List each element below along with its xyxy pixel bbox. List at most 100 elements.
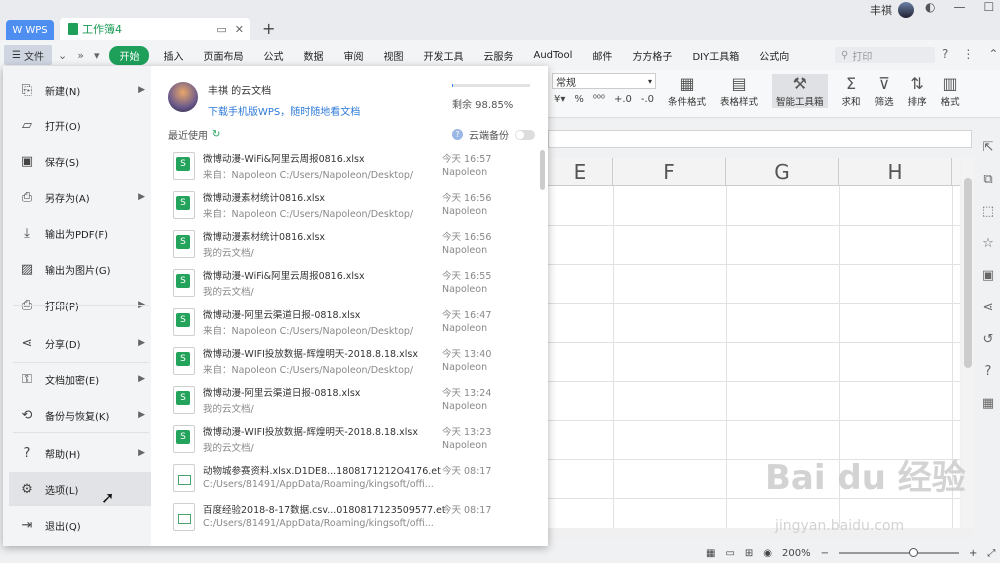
file-menu-item[interactable]: ▣ 保存(S) <box>9 144 151 178</box>
thousands-icon[interactable]: ⁰⁰⁰ <box>593 94 605 105</box>
normal-view-icon[interactable]: ▦ <box>706 548 715 559</box>
grid-icon[interactable]: ▦ <box>982 396 994 411</box>
cursor-icon[interactable]: ⇱ <box>983 140 994 155</box>
recent-file-item[interactable]: S 微博动漫-WiFi&阿里云周报0816.xlsx 来自：Napoleon C:/… <box>168 148 540 187</box>
zoom-in-icon[interactable]: + <box>969 548 977 559</box>
file-menu-item[interactable]: ⤓ 输出为PDF(F) <box>9 216 151 250</box>
tab-formula[interactable]: 公式 <box>253 48 293 63</box>
file-menu-item[interactable]: ⚙ 选项(L) <box>9 472 151 506</box>
format-button[interactable]: ▥ 格式 <box>941 74 960 108</box>
tab-diy-toolbox[interactable]: DIY工具箱 <box>682 48 749 63</box>
workbook-tab[interactable]: 工作簿4 ▭ ✕ <box>60 18 250 40</box>
question-icon[interactable]: ? <box>452 129 463 140</box>
file-menu-item[interactable]: ? 帮助(H) ▶ <box>9 436 151 470</box>
tab-data[interactable]: 数据 <box>293 48 333 63</box>
filter-button[interactable]: ⊽ 筛选 <box>875 74 894 108</box>
tab-formula-wizard[interactable]: 公式向 <box>749 48 791 63</box>
fullscreen-icon[interactable]: ⤢ <box>987 548 995 559</box>
tab-mail[interactable]: 邮件 <box>582 48 622 63</box>
tab-developer[interactable]: 开发工具 <box>413 48 473 63</box>
tab-cloud-service[interactable]: 云服务 <box>473 48 523 63</box>
recent-file-item[interactable]: S 微博动漫-WiFi&阿里云周报0816.xlsx 我的云文档/今天 16:55 N… <box>168 265 540 304</box>
increase-decimal-icon[interactable]: +.0 <box>614 94 632 105</box>
recent-file-item[interactable]: S 微博动漫-WIFI投放数据-辉煌明天-2018.8.18.xlsx 来自：Nap… <box>168 343 540 382</box>
file-menu-button[interactable]: ☰ 文件 <box>4 45 52 65</box>
recent-file-item[interactable]: S 微博动漫素材统计0816.xlsx 来自：Napoleon C:/Users/N… <box>168 187 540 226</box>
refresh-icon[interactable]: ↻ <box>212 129 220 140</box>
eye-protection-icon[interactable]: ◉ <box>763 548 772 559</box>
recent-file-item[interactable]: S 微博动漫素材统计0816.xlsx 我的云文档/今天 16:56 Napoleon <box>168 226 540 265</box>
file-menu-item[interactable]: ▨ 输出为图片(G) <box>9 252 151 286</box>
close-tab-icon[interactable]: ✕ <box>235 23 244 36</box>
help-icon[interactable]: ? <box>942 47 948 61</box>
download-mobile-link[interactable]: 下载手机版WPS，随时随地看文档 <box>208 103 360 118</box>
tab-insert[interactable]: 插入 <box>153 48 193 63</box>
recent-file-item[interactable]: S 微博动漫-阿里云渠道日报-0818.xlsx 我的云文档/今天 13:24 Nap… <box>168 382 540 421</box>
history-icon[interactable]: ↺ <box>983 332 994 347</box>
recent-file-item[interactable]: S 微博动漫-阿里云渠道日报-0818.xlsx 来自：Napoleon C:/Us… <box>168 304 540 343</box>
tab-review[interactable]: 审阅 <box>333 48 373 63</box>
tab-view[interactable]: 视图 <box>373 48 413 63</box>
new-tab-button[interactable]: + <box>262 19 275 38</box>
file-menu-item[interactable]: ⟲ 备份与恢复(K) ▶ <box>9 398 151 432</box>
zoom-level[interactable]: 200% <box>782 548 811 559</box>
recent-file-item[interactable]: S 微博动漫-WIFI投放数据-辉煌明天-2018.8.18.xlsx 我的云文档/… <box>168 421 540 460</box>
collapse-icon[interactable]: ⌃ <box>988 47 998 61</box>
horizontal-scrollbar[interactable] <box>548 528 974 540</box>
search-box[interactable]: ⚲ 打印 <box>835 47 935 63</box>
panel-scroll-thumb[interactable] <box>540 150 545 190</box>
recent-file-item[interactable]: 百度经验2018-8-17数据.csv...0180817123509577.e… <box>168 499 540 538</box>
zoom-slider[interactable] <box>839 548 960 557</box>
sum-button[interactable]: Σ 求和 <box>842 74 861 108</box>
file-menu-item[interactable]: ⋖ 分享(D) ▶ <box>9 326 151 360</box>
share-icon[interactable]: ⋖ <box>983 300 994 315</box>
tab-fangfang[interactable]: 方方格子 <box>622 48 682 63</box>
file-menu-item[interactable]: ▱ 打开(O) <box>9 108 151 142</box>
file-menu-item[interactable]: ⚿ 文档加密(E) ▶ <box>9 362 151 396</box>
file-menu-item[interactable]: ⎙ 另存为(A) ▶ <box>9 180 151 214</box>
more-icon[interactable]: » <box>77 49 84 62</box>
file-menu-item[interactable]: ⇥ 退出(Q) <box>9 508 151 542</box>
copy-icon[interactable]: ⧉ <box>983 172 992 187</box>
scroll-thumb[interactable] <box>964 178 972 368</box>
column-header[interactable]: F <box>613 158 726 185</box>
table-style-button[interactable]: ▤ 表格样式 <box>720 74 758 108</box>
skin-icon[interactable]: ◐ <box>925 0 935 14</box>
more-options-icon[interactable]: ⋮ <box>962 47 974 61</box>
archive-icon[interactable]: ▣ <box>982 268 994 283</box>
zoom-out-icon[interactable]: − <box>821 548 829 559</box>
sort-button[interactable]: ⇅ 排序 <box>908 74 927 108</box>
avatar[interactable] <box>168 82 198 112</box>
conditional-format-button[interactable]: ▦ 条件格式 <box>668 74 706 108</box>
wps-app-tab[interactable]: W WPS <box>6 20 54 40</box>
minimize-icon[interactable]: — <box>953 0 965 14</box>
transform-icon[interactable]: ⬚ <box>982 204 994 219</box>
star-icon[interactable]: ☆ <box>982 236 994 251</box>
percent-icon[interactable]: % <box>574 94 584 105</box>
chevron-down-icon[interactable]: ⌄ <box>58 49 67 62</box>
help-icon[interactable]: ? <box>985 364 992 379</box>
recent-file-item[interactable]: 动物城参赛资料.xlsx.D1DE8...1808171212O4176.et C… <box>168 460 540 499</box>
currency-icon[interactable]: ¥▾ <box>554 94 565 105</box>
column-header[interactable]: H <box>839 158 952 185</box>
page-break-icon[interactable]: ⊞ <box>745 548 753 559</box>
decrease-decimal-icon[interactable]: -.0 <box>641 94 654 105</box>
tab-audtool[interactable]: AudTool <box>523 50 582 61</box>
number-format-select[interactable]: 常规 ▾ <box>552 73 656 89</box>
file-time: 今天 16:47 <box>442 310 492 321</box>
encrypt-icon: ⚿ <box>22 371 32 387</box>
maximize-icon[interactable]: ☐ <box>983 0 994 14</box>
monitor-icon[interactable]: ▭ <box>216 23 226 36</box>
dropdown-icon[interactable]: ▾ <box>94 49 100 62</box>
formula-bar[interactable] <box>548 130 972 148</box>
file-menu-item[interactable]: ⎘ 新建(N) ▶ <box>9 73 151 107</box>
user-account[interactable]: 丰祺 <box>870 2 914 18</box>
column-header[interactable]: G <box>726 158 839 185</box>
column-header[interactable]: E <box>548 158 613 185</box>
zoom-knob[interactable] <box>909 548 919 557</box>
tab-page-layout[interactable]: 页面布局 <box>193 48 253 63</box>
tab-start[interactable]: 开始 <box>109 45 150 65</box>
cloud-backup-toggle[interactable] <box>515 129 535 140</box>
smart-toolbox-button[interactable]: ⚒ 智能工具箱 <box>772 74 828 108</box>
page-layout-icon[interactable]: ▭ <box>725 548 734 559</box>
